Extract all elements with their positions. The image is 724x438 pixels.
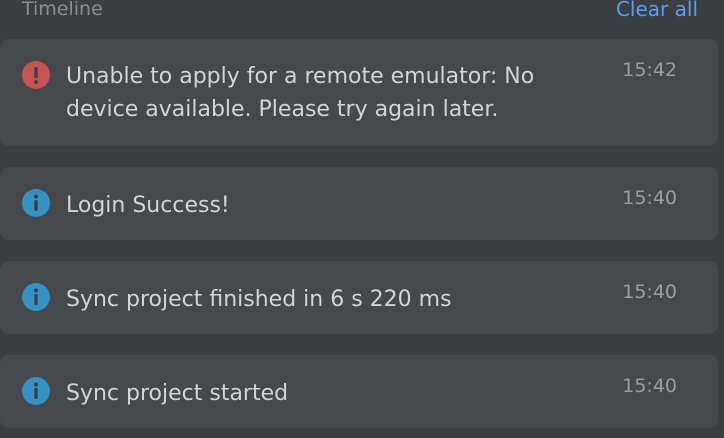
- panel-header: Timeline Clear all: [0, 0, 724, 26]
- notification-message: Sync project finished in 6 s 220 ms: [66, 287, 452, 312]
- notification-time: 15:40: [622, 375, 677, 397]
- clear-all-link[interactable]: Clear all: [616, 0, 698, 26]
- notification-card[interactable]: Unable to apply for a remote emulator: N…: [0, 39, 718, 146]
- notification-message: Sync project started: [66, 381, 289, 406]
- notification-card[interactable]: Sync project finished in 6 s 220 ms 15:4…: [0, 261, 718, 334]
- notification-time: 15:42: [622, 59, 677, 81]
- error-icon: [22, 61, 50, 89]
- notification-message: Unable to apply for a remote emulator: N…: [66, 64, 535, 122]
- notification-time: 15:40: [622, 281, 677, 303]
- notification-card[interactable]: Login Success! 15:40: [0, 167, 718, 240]
- panel-title: Timeline: [22, 0, 103, 20]
- notification-message: Login Success!: [66, 193, 230, 218]
- notifications-panel: Timeline Clear all Unable to apply for a…: [0, 0, 724, 438]
- notification-card[interactable]: Sync project started 15:40: [0, 355, 718, 428]
- info-icon: [22, 283, 50, 311]
- info-icon: [22, 377, 50, 405]
- notification-time: 15:40: [622, 187, 677, 209]
- info-icon: [22, 189, 50, 217]
